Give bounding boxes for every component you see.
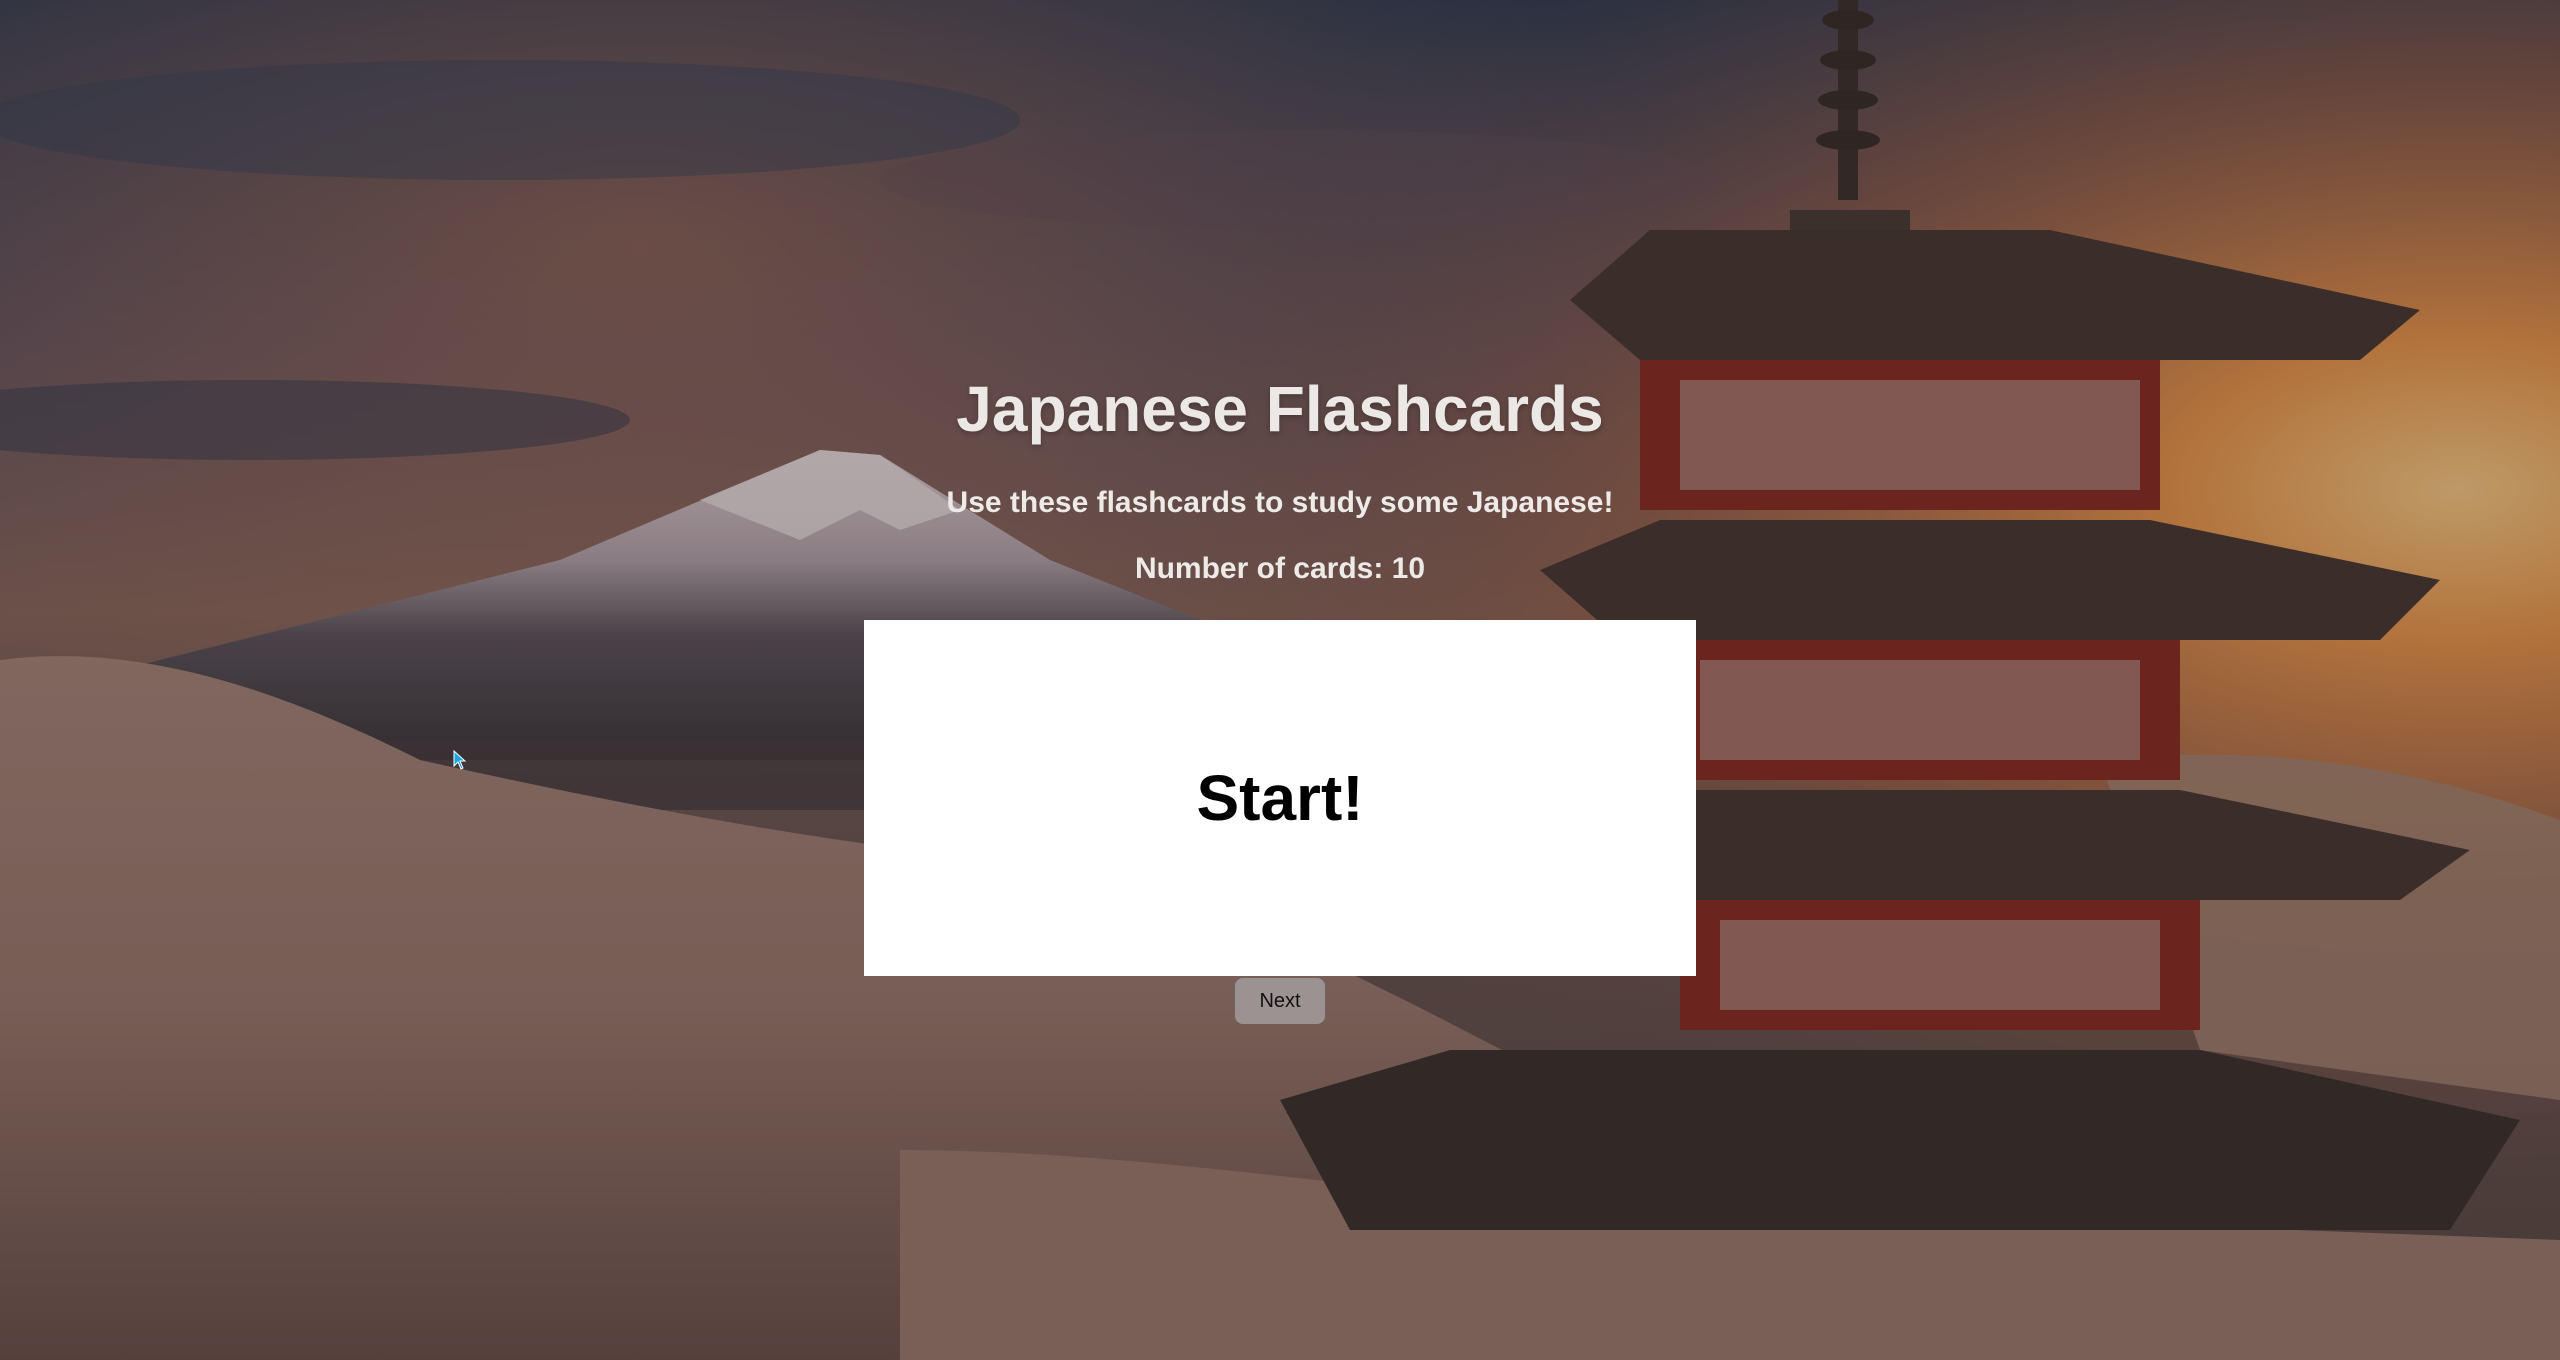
flashcard[interactable]: Start! [864,620,1696,976]
flashcard-app: Japanese Flashcards Use these flashcards… [0,0,2560,1360]
page-title: Japanese Flashcards [956,373,1604,445]
next-button[interactable]: Next [1235,978,1325,1024]
page: Japanese Flashcards Use these flashcards… [0,0,2560,1360]
card-count-label: Number of cards: [1134,552,1384,585]
card-count-value: 10 [1391,552,1426,585]
card-count-line: Number of cards: 10 [0,552,2560,586]
flashcard-text: Start! [1196,762,1364,834]
page-subtitle: Use these flashcards to study some Japan… [946,486,1614,519]
mouse-cursor-icon [453,750,467,770]
